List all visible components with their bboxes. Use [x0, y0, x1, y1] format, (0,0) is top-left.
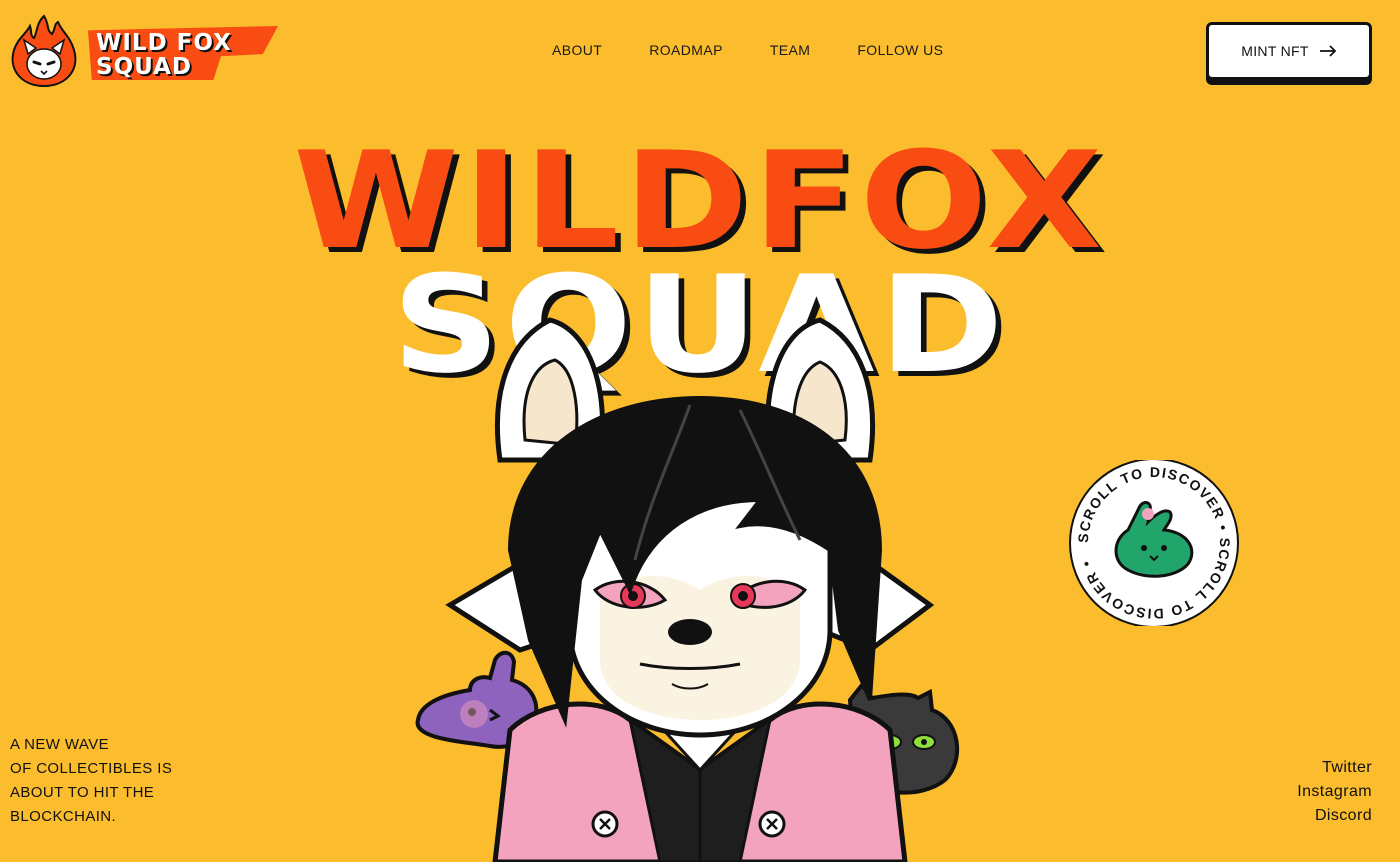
- tagline-line: BLOCKCHAIN.: [10, 808, 117, 825]
- scroll-to-discover-badge[interactable]: SCROLL TO DISCOVER • SCROLL TO DISCOVER …: [1068, 460, 1240, 626]
- tagline-line: ABOUT TO HIT THE: [10, 784, 155, 801]
- fox-flame-icon: [11, 14, 77, 88]
- nav-item-follow-us[interactable]: FOLLOW US: [857, 42, 943, 58]
- logo-title-line2: SQUAD: [96, 54, 192, 80]
- hero-title-line1: WILDFOX: [293, 123, 1107, 279]
- tagline-line: A NEW WAVE: [10, 736, 110, 753]
- main-nav: ABOUT ROADMAP TEAM FOLLOW US: [552, 42, 943, 58]
- social-link-twitter[interactable]: Twitter: [1297, 756, 1372, 780]
- mint-nft-button[interactable]: MINT NFT: [1206, 22, 1372, 80]
- social-link-discord[interactable]: Discord: [1297, 804, 1372, 828]
- hero-tagline: A NEW WAVE OF COLLECTIBLES IS ABOUT TO H…: [10, 733, 230, 829]
- social-links: Twitter Instagram Discord: [1297, 756, 1372, 828]
- brand-logo[interactable]: WILD FOX SQUAD: [10, 14, 278, 88]
- nav-item-roadmap[interactable]: ROADMAP: [649, 42, 723, 58]
- hero-character-illustration: [415, 317, 960, 862]
- tagline-line: OF COLLECTIBLES IS: [10, 760, 173, 777]
- mint-nft-label: MINT NFT: [1241, 43, 1309, 59]
- nav-item-team[interactable]: TEAM: [770, 42, 811, 58]
- arrow-right-icon: [1319, 45, 1337, 57]
- nav-item-about[interactable]: ABOUT: [552, 42, 602, 58]
- logo-title-line1: WILD FOX: [96, 30, 232, 56]
- social-link-instagram[interactable]: Instagram: [1297, 780, 1372, 804]
